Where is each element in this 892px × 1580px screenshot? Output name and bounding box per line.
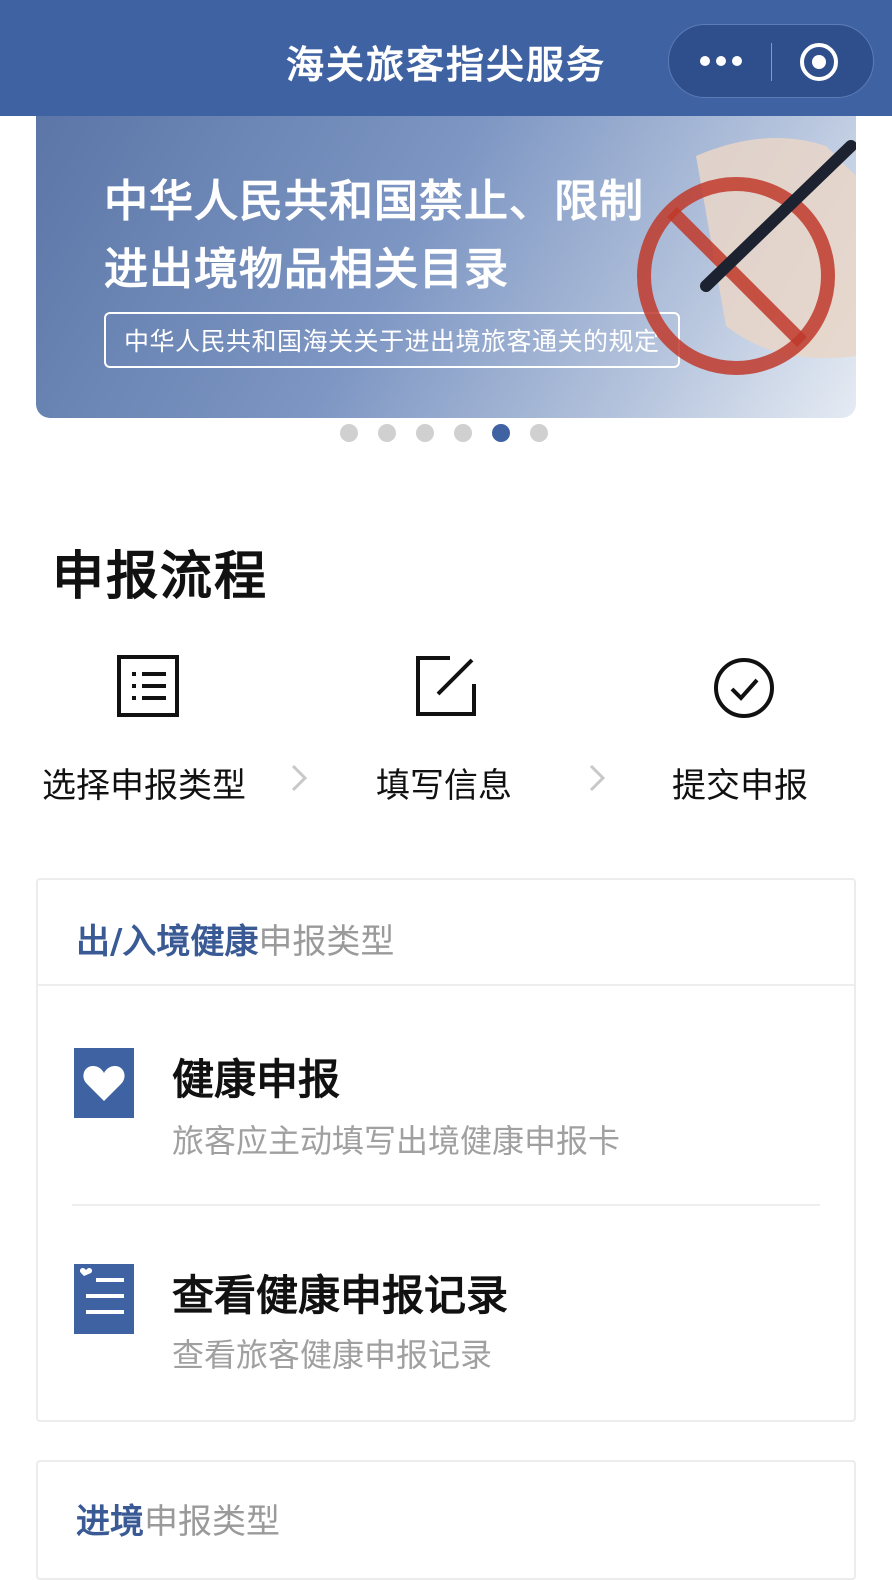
check-circle-icon <box>714 658 774 718</box>
entry-declaration-card: 进境申报类型 <box>36 1460 856 1580</box>
step-label-fill-info: 填写信息 <box>376 766 512 806</box>
step-label-select-type: 选择申报类型 <box>42 766 246 806</box>
carousel-dot[interactable] <box>454 424 472 442</box>
banner-title: 中华人民共和国禁止、限制 进出境物品相关目录 <box>104 168 644 304</box>
health-declaration-item[interactable]: 健康申报 旅客应主动填写出境健康申报卡 <box>38 988 854 1198</box>
header-strong-text: 出/入境健康 <box>76 922 259 962</box>
carousel-dot[interactable] <box>492 424 510 442</box>
heart-icon <box>74 1048 134 1118</box>
navigation-bar: 海关旅客指尖服务 <box>0 0 892 116</box>
carousel-dot[interactable] <box>416 424 434 442</box>
capsule-divider <box>771 43 772 81</box>
card-header: 出/入境健康申报类型 <box>38 880 854 986</box>
more-icon[interactable] <box>697 51 745 71</box>
close-target-icon[interactable] <box>797 40 841 84</box>
chevron-right-icon <box>589 764 606 792</box>
item-title: 查看健康申报记录 <box>172 1271 509 1320</box>
prohibited-sign-icon <box>637 138 856 375</box>
mini-program-capsule <box>668 24 874 98</box>
edit-icon <box>416 656 476 716</box>
header-light-text: 申报类型 <box>258 922 395 962</box>
record-list-icon <box>74 1264 134 1334</box>
banner-title-line1: 中华人民共和国禁止、限制 <box>104 176 644 227</box>
item-description: 旅客应主动填写出境健康申报卡 <box>172 1122 621 1160</box>
carousel-dot[interactable] <box>530 424 548 442</box>
section-title: 申报流程 <box>52 547 269 607</box>
banner-title-line2: 进出境物品相关目录 <box>104 244 509 295</box>
carousel-dot[interactable] <box>340 424 358 442</box>
carousel-dot[interactable] <box>378 424 396 442</box>
health-record-item[interactable]: 查看健康申报记录 查看旅客健康申报记录 <box>38 1206 854 1416</box>
card-header-title: 出/入境健康申报类型 <box>76 914 394 963</box>
card-header: 进境申报类型 <box>38 1462 854 1568</box>
list-icon <box>117 655 179 717</box>
header-strong-text: 进境 <box>76 1502 144 1542</box>
banner-carousel[interactable]: 中华人民共和国禁止、限制 进出境物品相关目录 中华人民共和国海关关于进出境旅客通… <box>36 116 856 418</box>
header-light-text: 申报类型 <box>144 1502 280 1542</box>
card-header-title: 进境申报类型 <box>76 1494 280 1543</box>
item-title: 健康申报 <box>172 1055 341 1104</box>
step-label-submit: 提交申报 <box>672 766 808 806</box>
item-description: 查看旅客健康申报记录 <box>172 1336 493 1374</box>
chevron-right-icon <box>291 764 308 792</box>
health-declaration-card: 出/入境健康申报类型 健康申报 旅客应主动填写出境健康申报卡 查看健康申报记录 … <box>36 878 856 1422</box>
